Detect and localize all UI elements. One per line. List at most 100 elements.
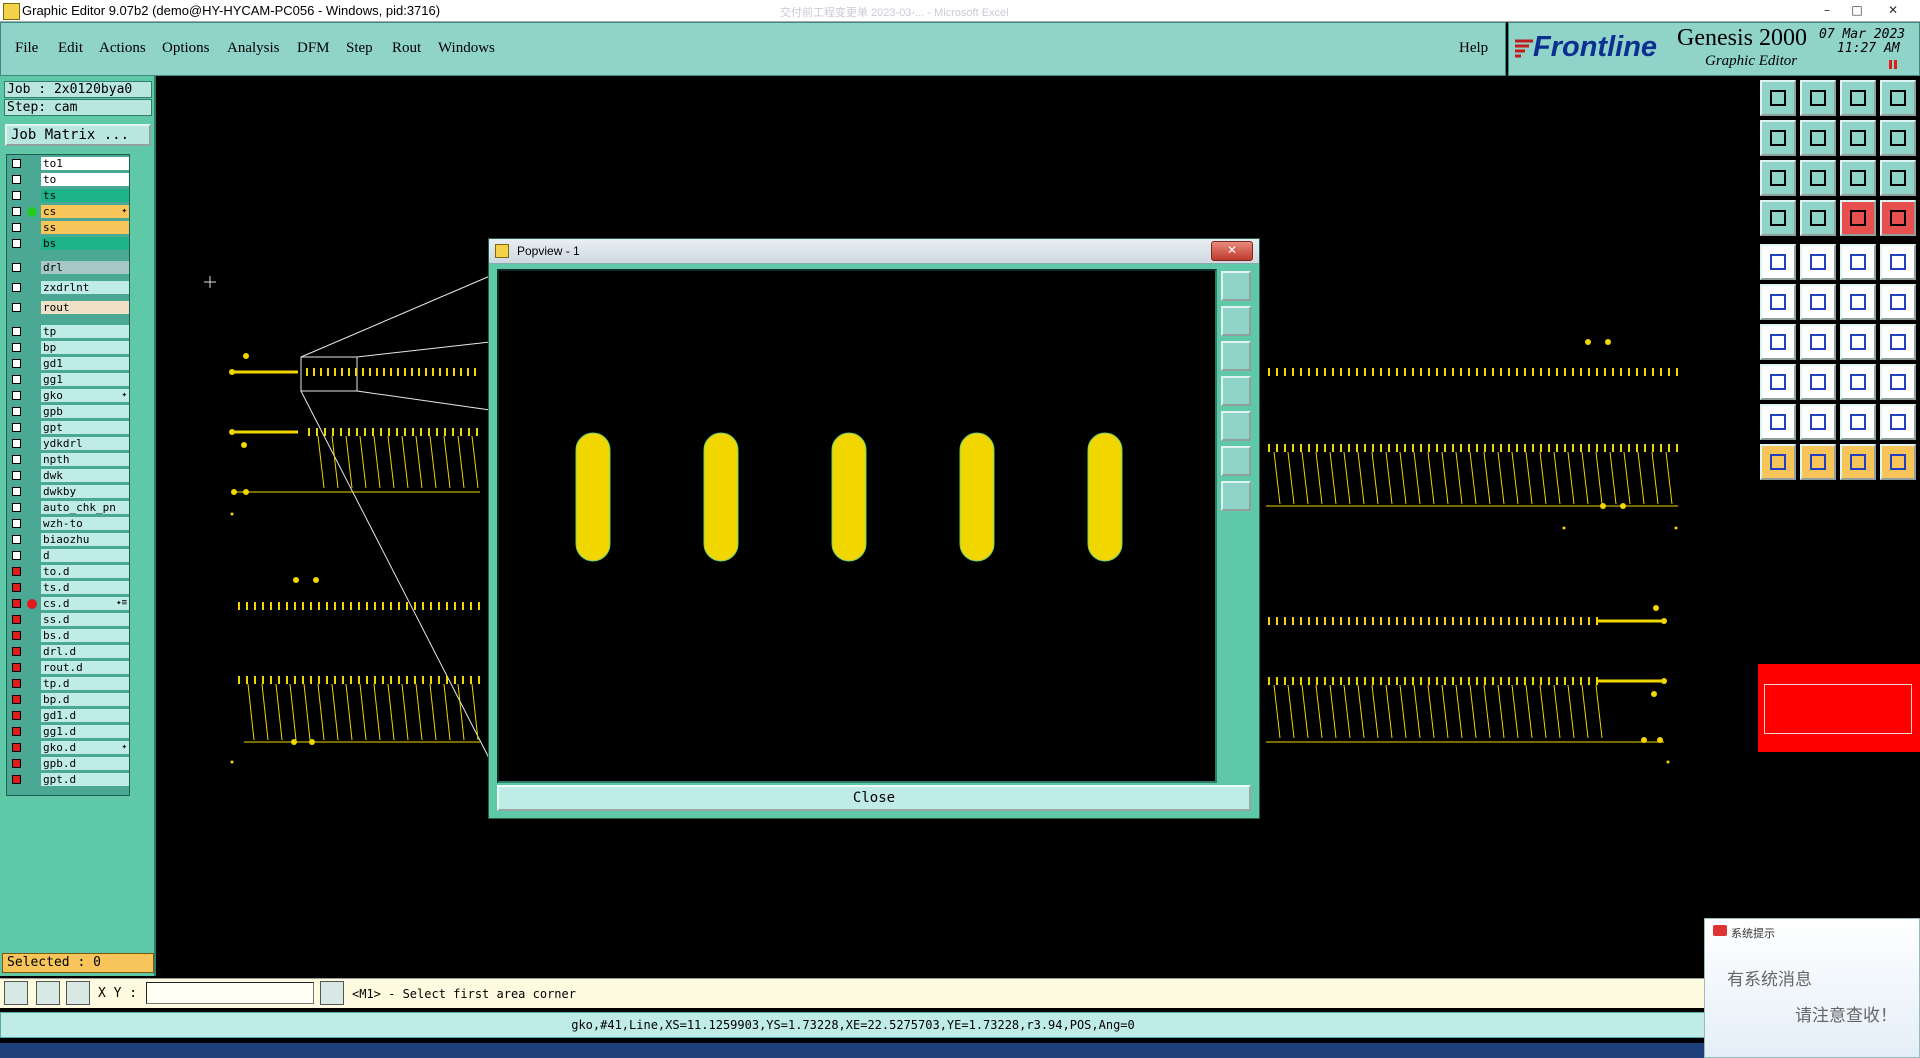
triangle-icon[interactable]: [1760, 404, 1796, 440]
layer-name[interactable]: gko ✦: [41, 389, 129, 402]
layer-row[interactable]: dwk: [7, 469, 129, 483]
layer-name[interactable]: gd1: [41, 357, 129, 370]
layer-checkbox[interactable]: [12, 439, 21, 448]
layer-name[interactable]: dwkby: [41, 485, 129, 498]
layer-row[interactable]: bp: [7, 341, 129, 355]
cut-icon[interactable]: [1800, 364, 1836, 400]
resize-icon[interactable]: [1840, 364, 1876, 400]
layer-checkbox[interactable]: [12, 359, 21, 368]
tool-d-icon[interactable]: [1880, 200, 1916, 236]
route-icon[interactable]: [1880, 284, 1916, 320]
connect-icon[interactable]: [1840, 284, 1876, 320]
menu-windows[interactable]: Windows: [438, 40, 495, 57]
mirror-icon[interactable]: [1880, 324, 1916, 360]
layer-checkbox[interactable]: [12, 599, 21, 608]
layer-row[interactable]: dwkby: [7, 485, 129, 499]
polygon-icon[interactable]: [1800, 404, 1836, 440]
grid-mode-icon[interactable]: [66, 981, 90, 1005]
select-area-icon[interactable]: [1800, 444, 1836, 480]
layer-name[interactable]: tp.d: [41, 677, 129, 690]
layer-row[interactable]: biaozhu: [7, 533, 129, 547]
layer-checkbox[interactable]: [12, 207, 21, 216]
maximize-button[interactable]: □: [1846, 2, 1868, 18]
layer-row[interactable]: ss.d: [7, 613, 129, 627]
layer-name[interactable]: d: [41, 549, 129, 562]
layer-checkbox[interactable]: [12, 327, 21, 336]
next-step-icon[interactable]: [1800, 120, 1836, 156]
zoom-fit-icon[interactable]: [1760, 160, 1796, 196]
layer-row[interactable]: bp.d: [7, 693, 129, 707]
layer-row[interactable]: drl: [7, 261, 129, 275]
help-icon[interactable]: [1880, 160, 1916, 196]
save-icon[interactable]: [1800, 80, 1836, 116]
layer-name[interactable]: drl.d: [41, 645, 129, 658]
layer-row[interactable]: zxdrlnt: [7, 281, 129, 295]
select-net-icon[interactable]: [1840, 444, 1876, 480]
layer-checkbox[interactable]: [12, 567, 21, 576]
layer-checkbox[interactable]: [12, 727, 21, 736]
layer-row[interactable]: to1: [7, 157, 129, 171]
layer-row[interactable]: auto_chk_pn: [7, 501, 129, 515]
area-icon[interactable]: [1840, 404, 1876, 440]
layer-checkbox[interactable]: [12, 159, 21, 168]
layer-checkbox[interactable]: [12, 535, 21, 544]
add-pad-icon[interactable]: [1760, 244, 1796, 280]
layer-name[interactable]: bs.d: [41, 629, 129, 642]
layer-name[interactable]: bp.d: [41, 693, 129, 706]
layer-checkbox[interactable]: [12, 519, 21, 528]
popview-close-icon[interactable]: ✕: [1211, 241, 1253, 261]
system-notification[interactable]: 系统提示 有系统消息 请注意查收！: [1704, 918, 1920, 1058]
layer-name[interactable]: bp: [41, 341, 129, 354]
menu-dfm[interactable]: DFM: [297, 40, 330, 57]
copy-icon[interactable]: [1800, 284, 1836, 320]
layer-name[interactable]: bs: [41, 237, 129, 250]
prev-step-icon[interactable]: [1760, 120, 1796, 156]
layer-row[interactable]: gpt.d: [7, 773, 129, 787]
layer-row[interactable]: cs ✦: [7, 205, 129, 219]
layer-name[interactable]: tp: [41, 325, 129, 338]
layer-row[interactable]: gpb.d: [7, 757, 129, 771]
popview-up-icon[interactable]: [1221, 306, 1251, 336]
layer-checkbox[interactable]: [12, 175, 21, 184]
layer-row[interactable]: bs.d: [7, 629, 129, 643]
layer-checkbox[interactable]: [12, 407, 21, 416]
layer-checkbox[interactable]: [12, 663, 21, 672]
layer-checkbox[interactable]: [12, 679, 21, 688]
layer-row[interactable]: gg1.d: [7, 725, 129, 739]
popview-close-button[interactable]: Close: [497, 785, 1251, 811]
layer-row[interactable]: gd1.d: [7, 709, 129, 723]
move-icon[interactable]: [1760, 284, 1796, 320]
layer-name[interactable]: to.d: [41, 565, 129, 578]
layer-row[interactable]: gko ✦: [7, 389, 129, 403]
menu-help[interactable]: Help: [1459, 40, 1488, 57]
layer-name[interactable]: ts: [41, 189, 129, 202]
layer-checkbox[interactable]: [12, 759, 21, 768]
overview-highlight[interactable]: [1758, 664, 1920, 752]
open-job-icon[interactable]: [1760, 80, 1796, 116]
menu-file[interactable]: File: [15, 40, 38, 57]
menu-actions[interactable]: Actions: [99, 40, 146, 57]
edit-feature-icon[interactable]: [1800, 244, 1836, 280]
layer-row[interactable]: ts.d: [7, 581, 129, 595]
layer-name[interactable]: gko.d ✦: [41, 741, 129, 754]
layer-checkbox[interactable]: [12, 343, 21, 352]
menu-options[interactable]: Options: [162, 40, 210, 57]
popview-left-icon[interactable]: [1221, 376, 1251, 406]
tool-a-icon[interactable]: [1760, 200, 1796, 236]
menu-step[interactable]: Step: [346, 40, 373, 57]
layer-name[interactable]: ss.d: [41, 613, 129, 626]
select-icon[interactable]: [1760, 444, 1796, 480]
layer-row[interactable]: gko.d ✦: [7, 741, 129, 755]
layer-row[interactable]: ss: [7, 221, 129, 235]
layer-checkbox[interactable]: [12, 775, 21, 784]
layer-checkbox[interactable]: [12, 283, 21, 292]
layer-checkbox[interactable]: [12, 503, 21, 512]
layer-name[interactable]: biaozhu: [41, 533, 129, 546]
rotate-icon[interactable]: [1840, 324, 1876, 360]
layer-row[interactable]: gpb: [7, 405, 129, 419]
delete-icon[interactable]: [1880, 244, 1916, 280]
arc-icon[interactable]: [1800, 324, 1836, 360]
layer-name[interactable]: gg1.d: [41, 725, 129, 738]
layer-checkbox[interactable]: [12, 191, 21, 200]
layer-row[interactable]: gg1: [7, 373, 129, 387]
